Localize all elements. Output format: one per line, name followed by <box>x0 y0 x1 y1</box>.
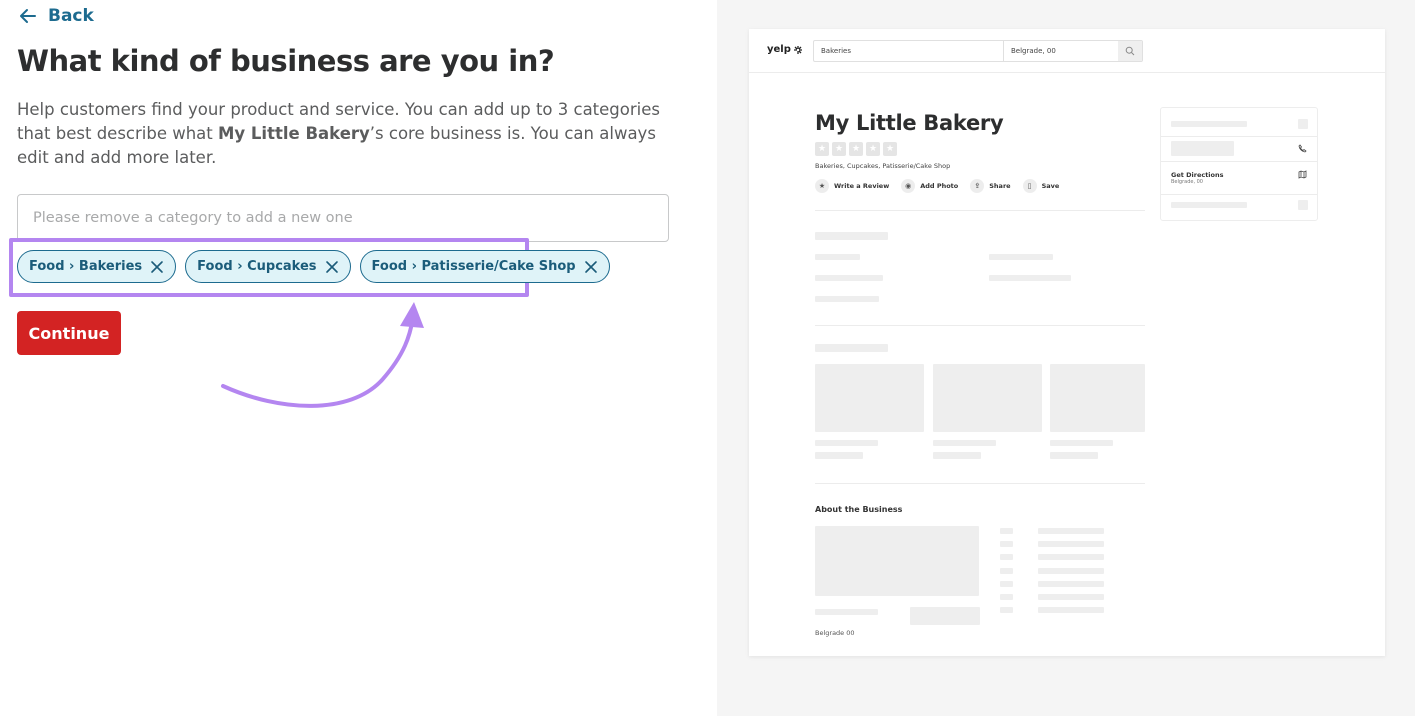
preview-search-bar: Bakeries Belgrade, 00 <box>813 40 1143 62</box>
add-photo-action: ◉ Add Photo <box>901 179 958 193</box>
map-placeholder <box>815 526 979 596</box>
placeholder-line <box>1000 581 1013 587</box>
divider <box>815 210 1145 211</box>
placeholder-line <box>1000 554 1013 560</box>
preview-business-name: My Little Bakery <box>815 111 1004 135</box>
placeholder-line <box>933 440 996 446</box>
category-search-input[interactable] <box>17 194 669 242</box>
continue-button[interactable]: Continue <box>17 311 121 355</box>
arrow-left-icon <box>20 9 36 23</box>
divider <box>1161 194 1317 195</box>
back-label: Back <box>48 6 94 26</box>
preview-header: yelp Bakeries Belgrade, 00 <box>749 29 1385 73</box>
chip-label: Food › Cupcakes <box>197 259 317 274</box>
category-chip: Food › Bakeries <box>17 250 177 283</box>
bookmark-icon: ▯ <box>1022 179 1037 193</box>
yelp-logo: yelp <box>767 44 803 55</box>
preview-categories: Bakeries, Cupcakes, Patisserie/Cake Shop <box>815 162 951 170</box>
placeholder-line <box>933 452 981 459</box>
placeholder-line <box>815 344 888 352</box>
map-icon <box>1298 170 1307 179</box>
preview-search-near: Belgrade, 00 <box>1011 47 1056 55</box>
placeholder-line <box>1050 452 1098 459</box>
photo-placeholder <box>1050 364 1145 432</box>
category-chip: Food › Cupcakes <box>185 250 351 283</box>
star-icon: ★ <box>815 142 829 156</box>
phone-icon <box>1298 144 1307 153</box>
chip-label: Food › Patisserie/Cake Shop <box>371 259 576 274</box>
business-name: My Little Bakery <box>218 124 370 143</box>
selected-categories: Food › Bakeries Food › Cupcakes Food › P… <box>17 250 610 283</box>
close-icon[interactable] <box>150 260 164 274</box>
placeholder-line <box>989 275 1071 281</box>
curved-arrow-annotation <box>221 302 424 408</box>
about-title: About the Business <box>815 505 903 514</box>
preview-sidebar-box: Get Directions Belgrade, 00 <box>1160 107 1318 221</box>
share-action: ⇪ Share <box>970 179 1011 193</box>
listing-preview-card: yelp Bakeries Belgrade, 00 My Little Bak… <box>749 29 1385 656</box>
directions-title: Get Directions <box>1171 171 1224 179</box>
placeholder-line <box>1038 541 1104 547</box>
placeholder-line <box>815 452 863 459</box>
placeholder-line <box>815 275 883 281</box>
placeholder-line <box>1171 202 1247 208</box>
placeholder-line <box>1038 554 1104 560</box>
placeholder-line <box>815 609 878 615</box>
preview-panel: yelp Bakeries Belgrade, 00 My Little Bak… <box>717 0 1415 716</box>
placeholder-line <box>1038 581 1104 587</box>
divider <box>815 483 1145 484</box>
close-icon[interactable] <box>325 260 339 274</box>
preview-actions: ★ Write a Review ◉ Add Photo ⇪ Share ▯ Save <box>815 179 1059 193</box>
placeholder-line <box>1000 568 1013 574</box>
rating-stars: ★ ★ ★ ★ ★ <box>815 142 897 156</box>
category-chip: Food › Patisserie/Cake Shop <box>359 250 610 283</box>
chip-label: Food › Bakeries <box>29 259 143 274</box>
directions-subtitle: Belgrade, 00 <box>1171 179 1203 185</box>
placeholder-line <box>1298 119 1308 129</box>
star-icon: ★ <box>883 142 897 156</box>
share-icon: ⇪ <box>970 179 985 193</box>
category-form-panel: Back What kind of business are you in? H… <box>0 0 717 716</box>
placeholder-line <box>1038 568 1104 574</box>
placeholder-line <box>910 607 980 625</box>
star-icon: ★ <box>832 142 846 156</box>
star-icon: ★ <box>815 179 829 193</box>
page-description: Help customers find your product and ser… <box>17 100 660 167</box>
back-link[interactable]: Back <box>18 6 94 26</box>
preview-search-find: Bakeries <box>814 41 1004 61</box>
star-icon: ★ <box>849 142 863 156</box>
photo-placeholder <box>933 364 1042 432</box>
divider <box>1161 161 1317 162</box>
search-icon <box>1118 41 1142 61</box>
photo-placeholder <box>815 364 924 432</box>
placeholder-line <box>815 232 888 240</box>
placeholder-line <box>815 296 879 302</box>
star-icon: ★ <box>866 142 880 156</box>
placeholder-line <box>1000 607 1013 613</box>
write-review-action: ★ Write a Review <box>815 179 889 193</box>
placeholder-line <box>1298 200 1308 210</box>
placeholder-line <box>1038 594 1104 600</box>
page-title: What kind of business are you in? <box>17 44 555 78</box>
placeholder-line <box>1000 594 1013 600</box>
save-action: ▯ Save <box>1022 179 1059 193</box>
placeholder-line <box>1050 440 1113 446</box>
close-icon[interactable] <box>584 260 598 274</box>
placeholder-line <box>815 440 878 446</box>
placeholder-line <box>989 254 1053 260</box>
divider <box>815 325 1145 326</box>
placeholder-line <box>1171 121 1247 127</box>
placeholder-line <box>1000 528 1013 534</box>
placeholder-line <box>1000 541 1013 547</box>
placeholder-line <box>815 254 860 260</box>
placeholder-line <box>1038 607 1104 613</box>
camera-icon: ◉ <box>901 179 916 193</box>
burst-icon <box>793 45 802 54</box>
divider <box>1161 136 1317 137</box>
placeholder-line <box>1171 141 1234 156</box>
preview-location: Belgrade 00 <box>815 629 855 637</box>
placeholder-line <box>1038 528 1104 534</box>
